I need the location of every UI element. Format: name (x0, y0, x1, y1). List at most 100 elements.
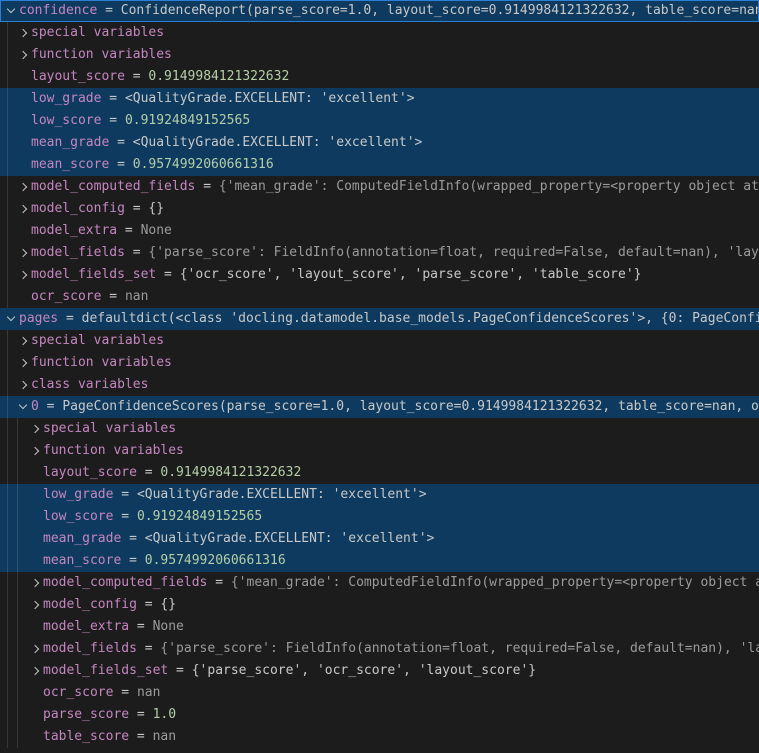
indent-guide (17, 704, 18, 726)
variable-value: None (153, 616, 184, 638)
variable-row[interactable]: model_computed_fields = {'mean_grade': C… (0, 176, 759, 198)
indent-guide (7, 154, 8, 176)
variable-row[interactable]: special variables (0, 418, 759, 440)
equals-sign: = (137, 462, 160, 484)
chevron-down-icon[interactable] (3, 308, 19, 330)
variable-row[interactable]: model_extra = None (0, 616, 759, 638)
chevron-right-icon[interactable] (27, 638, 43, 660)
equals-sign: = (129, 704, 152, 726)
chevron-down-icon[interactable] (3, 0, 19, 22)
variable-row[interactable]: ocr_score = nan (0, 286, 759, 308)
variable-row[interactable]: model_config = {} (0, 198, 759, 220)
chevron-right-icon[interactable] (15, 264, 31, 286)
chevron-right-icon[interactable] (15, 242, 31, 264)
indent-guide (7, 330, 8, 352)
variable-row[interactable]: low_score = 0.91924849152565 (0, 506, 759, 528)
chevron-right-icon[interactable] (15, 374, 31, 396)
indent-guide (17, 462, 18, 484)
variable-name: model_fields_set (31, 264, 156, 286)
indent-guide (7, 352, 8, 374)
equals-sign: = (195, 176, 218, 198)
variable-value: <QualityGrade.EXCELLENT: 'excellent'> (137, 484, 427, 506)
variable-value: <QualityGrade.EXCELLENT: 'excellent'> (133, 132, 423, 154)
equals-sign: = (97, 0, 120, 22)
equals-sign: = (137, 594, 160, 616)
variable-row[interactable]: pages = defaultdict(<class 'docling.data… (0, 308, 759, 330)
indent-guide (17, 440, 18, 462)
variable-name: mean_score (43, 550, 121, 572)
variable-value: ConfidenceReport(parse_score=1.0, layout… (121, 0, 759, 22)
variable-row[interactable]: model_fields_set = {'ocr_score', 'layout… (0, 264, 759, 286)
twistie-spacer (15, 110, 31, 132)
variable-row[interactable]: model_config = {} (0, 594, 759, 616)
chevron-right-icon[interactable] (15, 22, 31, 44)
variable-row[interactable]: class variables (0, 374, 759, 396)
indent-guide (7, 176, 8, 198)
variable-row[interactable]: parse_score = 1.0 (0, 704, 759, 726)
twistie-spacer (27, 484, 43, 506)
chevron-right-icon[interactable] (27, 660, 43, 682)
variable-row[interactable]: low_grade = <QualityGrade.EXCELLENT: 'ex… (0, 484, 759, 506)
variable-name: model_computed_fields (31, 176, 195, 198)
equals-sign: = (125, 242, 148, 264)
variable-name: model_fields_set (43, 660, 168, 682)
variable-row[interactable]: special variables (0, 330, 759, 352)
chevron-right-icon[interactable] (27, 440, 43, 462)
equals-sign: = (39, 396, 62, 418)
variable-row[interactable]: layout_score = 0.9149984121322632 (0, 66, 759, 88)
variable-row[interactable]: mean_grade = <QualityGrade.EXCELLENT: 'e… (0, 132, 759, 154)
variable-row[interactable]: model_fields = {'parse_score': FieldInfo… (0, 638, 759, 660)
variable-value: {'mean_grade': ComputedFieldInfo(wrapped… (231, 572, 759, 594)
twistie-spacer (27, 682, 43, 704)
variable-row[interactable]: low_grade = <QualityGrade.EXCELLENT: 'ex… (0, 88, 759, 110)
twistie-spacer (15, 66, 31, 88)
variable-row[interactable]: function variables (0, 352, 759, 374)
variable-row[interactable]: model_computed_fields = {'mean_grade': C… (0, 572, 759, 594)
indent-guide (7, 396, 8, 418)
variable-row[interactable]: mean_score = 0.9574992060661316 (0, 154, 759, 176)
equals-sign: = (113, 506, 136, 528)
variable-row[interactable]: model_extra = None (0, 220, 759, 242)
variable-row[interactable]: layout_score = 0.9149984121322632 (0, 462, 759, 484)
variable-row[interactable]: function variables (0, 440, 759, 462)
equals-sign: = (109, 132, 132, 154)
variable-name: layout_score (31, 66, 125, 88)
variable-name: layout_score (43, 462, 137, 484)
variable-row[interactable]: ocr_score = nan (0, 682, 759, 704)
variable-row[interactable]: special variables (0, 22, 759, 44)
twistie-spacer (15, 88, 31, 110)
variable-row[interactable]: mean_grade = <QualityGrade.EXCELLENT: 'e… (0, 528, 759, 550)
indent-guide (17, 616, 18, 638)
chevron-right-icon[interactable] (15, 198, 31, 220)
variable-row[interactable]: confidence = ConfidenceReport(parse_scor… (0, 0, 759, 22)
variable-name: function variables (43, 440, 184, 462)
equals-sign: = (101, 110, 124, 132)
chevron-right-icon[interactable] (27, 594, 43, 616)
variable-row[interactable]: model_fields_set = {'parse_score', 'ocr_… (0, 660, 759, 682)
variable-row[interactable]: table_score = nan (0, 726, 759, 748)
variable-row[interactable]: mean_score = 0.9574992060661316 (0, 550, 759, 572)
debug-variables-panel: confidence = ConfidenceReport(parse_scor… (0, 0, 759, 753)
chevron-right-icon[interactable] (15, 352, 31, 374)
chevron-right-icon[interactable] (27, 572, 43, 594)
variable-row[interactable]: low_score = 0.91924849152565 (0, 110, 759, 132)
variable-name: table_score (43, 726, 129, 748)
variable-name: confidence (19, 0, 97, 22)
indent-guide (7, 242, 8, 264)
variable-value: {'parse_score': FieldInfo(annotation=flo… (148, 242, 759, 264)
twistie-spacer (15, 286, 31, 308)
variable-row[interactable]: model_fields = {'parse_score': FieldInfo… (0, 242, 759, 264)
indent-guide (17, 550, 18, 572)
chevron-right-icon[interactable] (15, 176, 31, 198)
variable-row[interactable]: 0 = PageConfidenceScores(parse_score=1.0… (0, 396, 759, 418)
chevron-down-icon[interactable] (15, 396, 31, 418)
variable-row[interactable]: function variables (0, 44, 759, 66)
variable-value: nan (153, 726, 176, 748)
variable-value: <QualityGrade.EXCELLENT: 'excellent'> (145, 528, 435, 550)
indent-guide (17, 572, 18, 594)
chevron-right-icon[interactable] (15, 44, 31, 66)
indent-guide (7, 198, 8, 220)
chevron-right-icon[interactable] (27, 418, 43, 440)
chevron-right-icon[interactable] (15, 330, 31, 352)
variable-name: function variables (31, 44, 172, 66)
